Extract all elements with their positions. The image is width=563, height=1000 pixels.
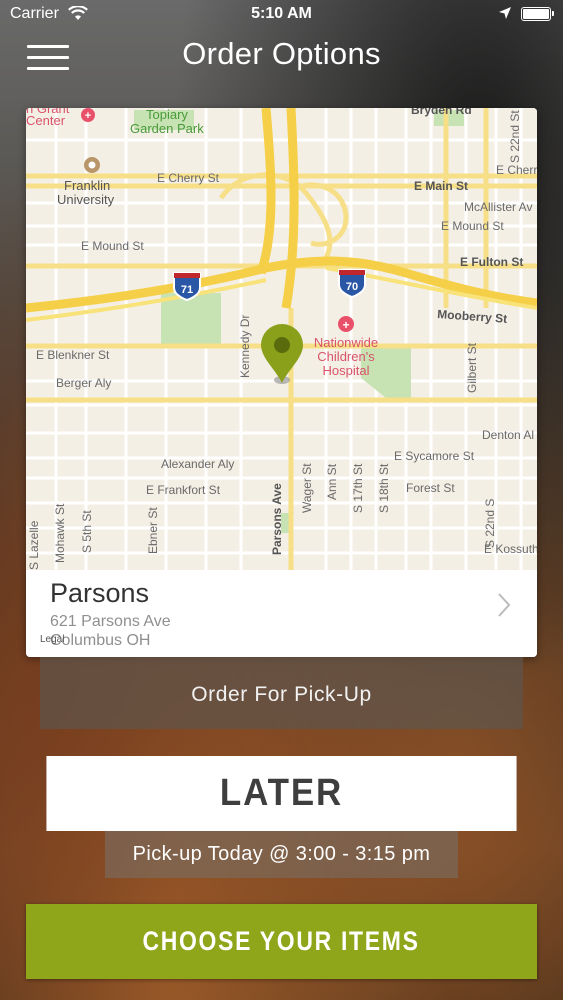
order-pickup-button[interactable]: Order For Pick-Up	[40, 657, 523, 729]
map-label: University	[57, 192, 115, 207]
map-label: Mohawk St	[53, 503, 67, 563]
map-label: S Lazelle	[27, 520, 41, 570]
map-label: Alexander Aly	[161, 457, 234, 471]
map-label: Garden Park	[130, 121, 204, 136]
map-label: Franklin	[64, 178, 110, 193]
map-label: Parsons Ave	[270, 483, 284, 555]
map-label: S 17th St	[351, 463, 365, 513]
map-label: Kennedy Dr	[238, 315, 252, 378]
map-label: E Fulton St	[460, 255, 523, 269]
nav-bar: Order Options	[0, 30, 563, 80]
later-button[interactable]: LATER	[46, 756, 517, 831]
store-info[interactable]: Parsons 621 Parsons Ave Columbus OH Lega…	[26, 570, 537, 657]
map-label: Berger Aly	[56, 376, 111, 390]
svg-text:+: +	[85, 110, 91, 122]
map-label: Children's	[317, 349, 375, 364]
map-label: E Kossuth S	[484, 542, 537, 556]
map-label: Hospital	[323, 363, 370, 378]
later-label: LATER	[219, 772, 344, 814]
choose-items-label: CHOOSE YOUR ITEMS	[142, 926, 421, 956]
chevron-right-icon[interactable]	[497, 592, 511, 623]
i70-shield-label: 70	[346, 281, 358, 293]
choose-items-button[interactable]: CHOOSE YOUR ITEMS	[26, 904, 537, 979]
map-label: E Blenkner St	[36, 348, 110, 362]
map-label: Center	[26, 113, 66, 128]
address-line-2: Columbus OH	[50, 632, 151, 649]
map-label: Ebner St	[146, 507, 160, 554]
store-name: Parsons	[50, 578, 150, 608]
map-legal-link[interactable]: Legal	[40, 634, 64, 645]
map-label: McAllister Av	[464, 200, 532, 214]
map-label: S 18th St	[377, 463, 391, 513]
map-label: S 22nd St	[508, 110, 522, 163]
map-label: Topiary	[146, 108, 188, 122]
map-label: Ann St	[325, 463, 339, 500]
map-label: S 5th St	[80, 510, 94, 553]
battery-icon	[521, 7, 554, 21]
map-label: Nationwide	[314, 335, 378, 350]
map-label: Wager St	[300, 463, 314, 513]
map-label: S 22nd S	[483, 499, 497, 548]
map-label: E Main St	[414, 179, 468, 193]
map-label: Bryden Rd	[411, 108, 472, 117]
svg-text:+: +	[342, 318, 349, 332]
status-bar: Carrier 5:10 AM	[0, 0, 563, 30]
map-label: E Frankfort St	[146, 483, 221, 497]
map-label: E Cherry	[496, 163, 537, 177]
location-arrow-icon	[498, 6, 512, 25]
map-label: Gilbert St	[465, 342, 479, 393]
pickup-time-selector[interactable]: Pick-up Today @ 3:00 - 3:15 pm	[105, 831, 458, 878]
map-label: E Mound St	[81, 239, 144, 253]
map-label: Denton Al	[482, 428, 534, 442]
store-address: 621 Parsons Ave Columbus OH	[50, 612, 171, 650]
address-line-1: 621 Parsons Ave	[50, 613, 171, 630]
i71-shield-label: 71	[181, 284, 193, 296]
map-label: E Sycamore St	[394, 449, 475, 463]
store-map[interactable]: 71 70 + + n Grant Center Topiary Garden …	[26, 108, 537, 570]
map-label: E Mound St	[441, 219, 504, 233]
page-title: Order Options	[182, 36, 381, 71]
map-label: E Cherry St	[157, 171, 220, 185]
status-time: 5:10 AM	[251, 5, 312, 22]
map-label: Forest St	[406, 481, 455, 495]
store-card[interactable]: 71 70 + + n Grant Center Topiary Garden …	[26, 108, 537, 657]
